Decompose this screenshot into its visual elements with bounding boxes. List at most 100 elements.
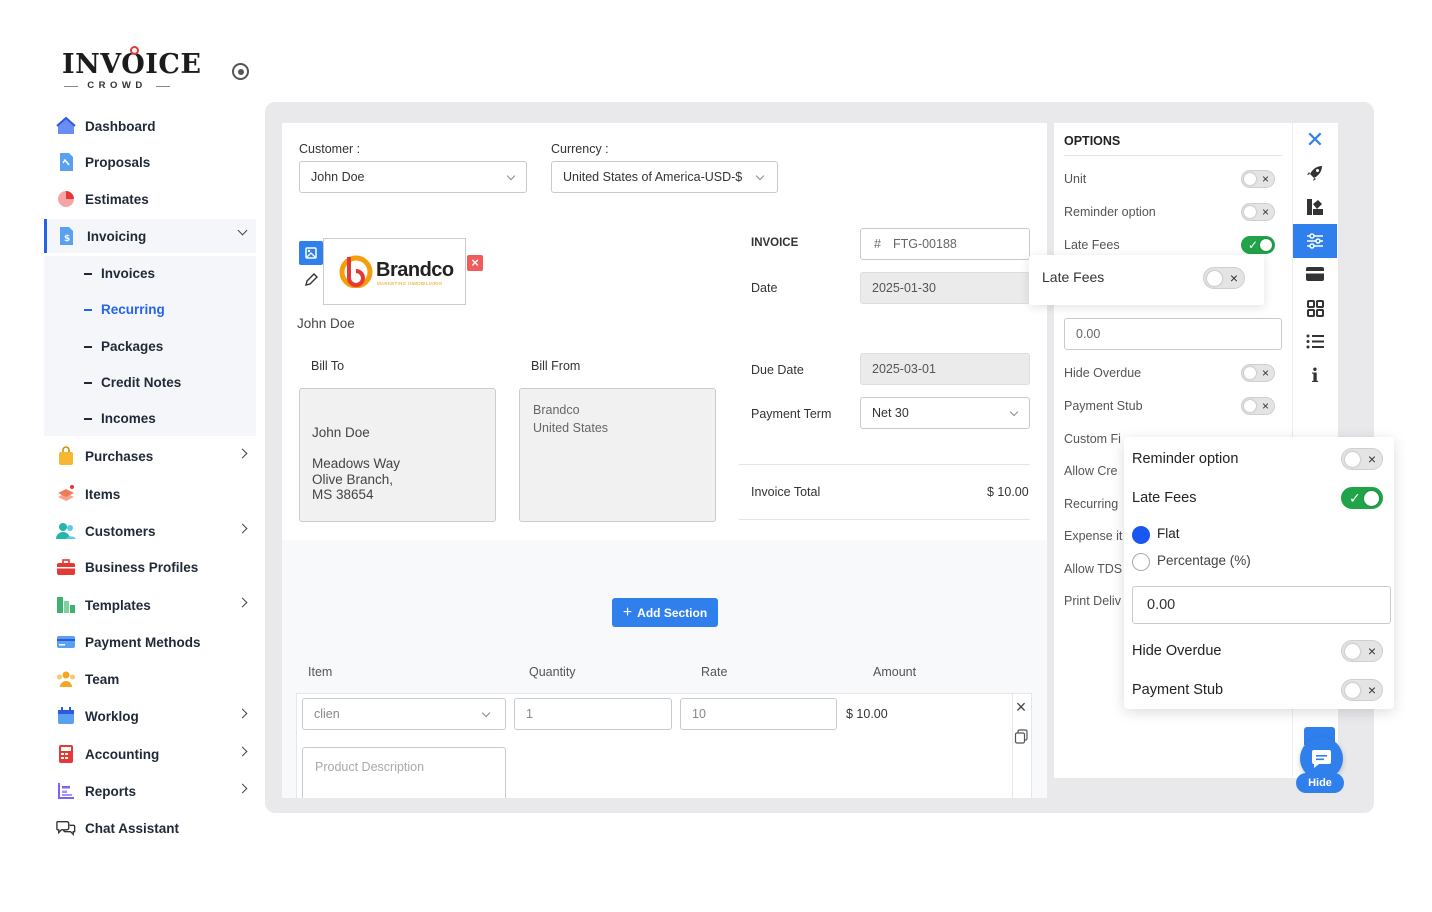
date-input[interactable]: 2025-01-30 [860, 272, 1030, 304]
customer-select[interactable]: John Doe [299, 161, 527, 193]
reminder-option-label: Reminder option [1132, 451, 1239, 467]
chevron-right-icon [237, 783, 248, 794]
sidebar-item-label: Items [85, 486, 121, 502]
sidebar-subitem-credit-notes[interactable]: Credit Notes [84, 375, 181, 390]
copy-icon[interactable] [1014, 729, 1029, 744]
date-value: 2025-01-30 [872, 281, 936, 295]
brand-logo[interactable]: INVOICE CROWD [62, 46, 201, 96]
chat-icon [1312, 750, 1331, 768]
stack-icon [58, 485, 74, 501]
flat-radio[interactable] [1132, 526, 1150, 544]
close-panel-icon[interactable]: ✕ [1303, 127, 1327, 152]
reminder-option-toggle[interactable]: × [1341, 448, 1383, 470]
invoice-number-input[interactable]: # FTG-00188 [860, 228, 1030, 260]
sidebar-item-invoicing[interactable]: $ Invoicing [44, 219, 256, 253]
list-icon[interactable] [1303, 329, 1327, 353]
hide-chat-button[interactable]: Hide [1296, 773, 1344, 793]
sidebar-collapse-icon[interactable] [232, 63, 249, 80]
sidebar-item-label: Accounting [85, 746, 160, 762]
sidebar-item-label: Purchases [85, 448, 154, 464]
x-icon: × [1229, 270, 1238, 286]
late-fees-toggle[interactable]: ✓ [1341, 487, 1383, 509]
dash-icon [84, 308, 92, 311]
option-payment-stub-toggle[interactable]: × [1241, 397, 1275, 415]
option-hide-overdue-label: Hide Overdue [1064, 366, 1142, 380]
hide-overdue-label: Hide Overdue [1132, 643, 1222, 659]
divider [1064, 155, 1282, 156]
sidebar-item-team[interactable]: Team [44, 662, 256, 696]
item-amount: $ 10.00 [846, 707, 888, 721]
percentage-label: Percentage (%) [1157, 553, 1251, 568]
invoice-total-label: Invoice Total [751, 485, 821, 499]
sidebar-item-items[interactable]: Items [44, 477, 256, 511]
sidebar-item-reports[interactable]: Reports [44, 774, 256, 808]
late-fee-value-input[interactable]: 0.00 [1132, 586, 1391, 624]
invoice-total-value: $ 10.00 [987, 485, 1029, 499]
rate-input[interactable]: 10 [680, 698, 837, 730]
grid-icon[interactable] [1303, 296, 1327, 320]
templates-rail-icon[interactable] [1303, 195, 1327, 219]
option-reminder-label: Reminder option [1064, 205, 1156, 219]
remove-logo-button[interactable]: × [467, 255, 483, 271]
item-select[interactable]: clien [302, 698, 506, 730]
info-icon[interactable]: i [1303, 364, 1327, 388]
option-unit-toggle[interactable]: × [1241, 170, 1275, 188]
product-description-input[interactable]: Product Description [302, 747, 506, 798]
brandco-logo-mark-icon [339, 255, 373, 288]
payment-stub-toggle[interactable]: × [1341, 679, 1383, 701]
sidebar-subitem-recurring[interactable]: Recurring [84, 302, 165, 317]
currency-label: Currency : [551, 142, 609, 156]
option-hide-overdue-toggle[interactable]: × [1241, 364, 1275, 382]
sidebar-item-business-profiles[interactable]: Business Profiles [44, 550, 256, 584]
add-section-label: Add Section [637, 605, 708, 620]
due-date-input[interactable]: 2025-03-01 [860, 353, 1030, 385]
payment-term-select[interactable]: Net 30 [860, 397, 1030, 429]
sidebar-item-accounting[interactable]: Accounting [44, 737, 256, 771]
sidebar-item-templates[interactable]: Templates [44, 588, 256, 622]
sidebar-item-customers[interactable]: Customers [44, 514, 256, 548]
bill-from-line2: United States [533, 421, 609, 435]
option-expense-items-label: Expense it [1064, 529, 1123, 543]
check-icon: ✓ [1248, 238, 1259, 252]
remove-item-icon[interactable]: × [1013, 698, 1029, 716]
sidebar-item-chat-assistant[interactable]: Chat Assistant [44, 811, 256, 845]
quantity-input[interactable]: 1 [514, 698, 672, 730]
late-fees-popup-label: Late Fees [1042, 269, 1105, 285]
sidebar-item-payment-methods[interactable]: Payment Methods [44, 625, 256, 659]
option-late-fees-toggle[interactable]: ✓ [1241, 236, 1275, 254]
sliders-icon[interactable] [1303, 229, 1327, 253]
invoice-number-value: FTG-00188 [892, 237, 957, 251]
sidebar-item-purchases[interactable]: Purchases [44, 439, 256, 473]
rate-value: 10 [692, 707, 706, 721]
upload-image-button[interactable] [299, 241, 323, 265]
x-icon: × [1261, 366, 1269, 380]
hide-overdue-toggle[interactable]: × [1341, 640, 1383, 662]
sidebar-subitem-packages[interactable]: Packages [84, 339, 163, 354]
sidebar-item-worklog[interactable]: Worklog [44, 699, 256, 733]
payment-card-icon[interactable] [1303, 262, 1327, 286]
add-section-button[interactable]: + Add Section [612, 598, 718, 627]
calendar-icon [58, 707, 74, 724]
sidebar-subitem-incomes[interactable]: Incomes [84, 411, 156, 426]
edit-logo-button[interactable] [299, 268, 323, 292]
late-fees-popup-toggle[interactable]: × [1203, 267, 1245, 289]
sidebar-item-proposals[interactable]: Proposals [44, 145, 256, 179]
option-recurring-label: Recurring [1064, 497, 1119, 511]
chevron-right-icon [237, 597, 248, 608]
sidebar-item-label: Business Profiles [85, 559, 199, 575]
plus-icon: + [622, 603, 633, 621]
sidebar-subitem-invoices[interactable]: Invoices [84, 266, 155, 281]
item-column-header: Item [308, 665, 333, 679]
sidebar-item-estimates[interactable]: Estimates [44, 182, 256, 216]
sidebar-subitem-label: Invoices [101, 266, 156, 281]
brandco-tagline: MARKETING INMOBILIARIO [377, 281, 443, 286]
chevron-right-icon [237, 708, 248, 719]
percentage-radio[interactable] [1132, 553, 1150, 571]
sidebar-item-dashboard[interactable]: Dashboard [44, 109, 256, 143]
currency-select[interactable]: United States of America-USD-$ [551, 161, 778, 193]
late-fees-label: Late Fees [1132, 490, 1197, 506]
option-reminder-toggle[interactable]: × [1241, 203, 1275, 221]
late-fee-amount-input[interactable]: 0.00 [1064, 318, 1282, 350]
bill-to-line3: MS 38654 [312, 487, 374, 502]
rocket-icon[interactable] [1303, 161, 1327, 185]
